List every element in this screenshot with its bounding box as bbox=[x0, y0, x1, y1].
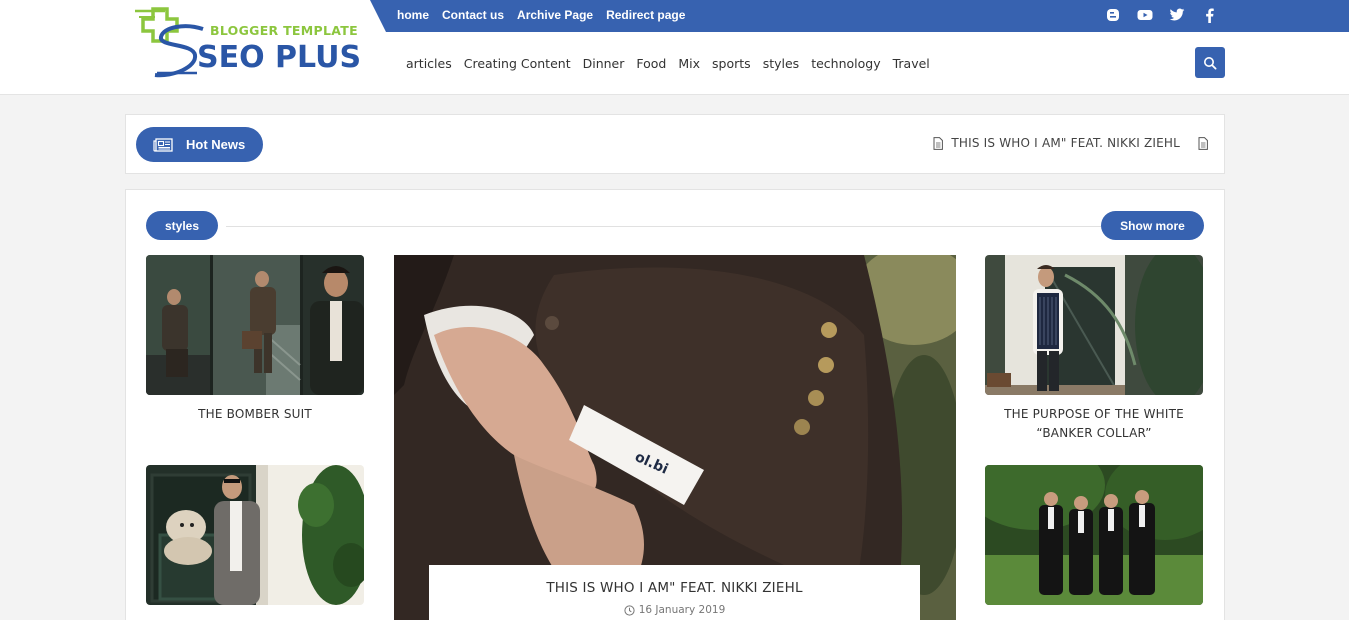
blogger-icon[interactable] bbox=[1104, 6, 1122, 24]
show-more-button[interactable]: Show more bbox=[1101, 211, 1204, 240]
top-link-contact[interactable]: Contact us bbox=[442, 8, 504, 22]
hot-news-ticker: Hot News THIS IS WHO I AM" FEAT. NIKKI Z… bbox=[125, 114, 1225, 174]
search-icon bbox=[1204, 56, 1217, 69]
search-button[interactable] bbox=[1195, 47, 1225, 78]
site-logo[interactable]: BLOGGER TEMPLATE SEO PLUS bbox=[133, 5, 370, 80]
section-divider bbox=[226, 226, 1106, 227]
post-thumbnail-bomber-suit[interactable] bbox=[146, 255, 364, 395]
hot-news-label: Hot News bbox=[186, 137, 246, 152]
post-thumbnail-groomsmen[interactable] bbox=[985, 465, 1203, 605]
nav-item-styles[interactable]: styles bbox=[763, 56, 800, 71]
featured-post-date: 16 January 2019 bbox=[429, 604, 920, 616]
top-navigation: home Contact us Archive Page Redirect pa… bbox=[397, 0, 685, 30]
nav-item-food[interactable]: Food bbox=[636, 56, 666, 71]
top-link-home[interactable]: home bbox=[397, 8, 429, 22]
nav-item-technology[interactable]: technology bbox=[811, 56, 880, 71]
social-links bbox=[1104, 0, 1218, 30]
hot-news-button[interactable]: Hot News bbox=[136, 127, 263, 162]
post-thumbnail-banker-collar[interactable] bbox=[985, 255, 1203, 395]
ticker-item[interactable]: THIS IS WHO I AM" FEAT. NIKKI ZIEHL bbox=[933, 136, 1208, 150]
top-link-archive[interactable]: Archive Page bbox=[517, 8, 593, 22]
post-title[interactable]: THE BOMBER SUIT bbox=[146, 405, 364, 424]
featured-post-date-text: 16 January 2019 bbox=[638, 604, 726, 616]
styles-section: styles Show more THE BOMBER SUIT ol.bi T… bbox=[125, 189, 1225, 620]
nav-item-articles[interactable]: articles bbox=[406, 56, 452, 71]
top-link-redirect[interactable]: Redirect page bbox=[606, 8, 685, 22]
ticker-item-title: THIS IS WHO I AM" FEAT. NIKKI ZIEHL bbox=[951, 136, 1180, 150]
section-label[interactable]: styles bbox=[146, 211, 218, 240]
facebook-icon[interactable] bbox=[1200, 6, 1218, 24]
newspaper-icon bbox=[153, 137, 173, 152]
post-title[interactable]: THE PURPOSE OF THE WHITE “BANKER COLLAR” bbox=[985, 405, 1203, 443]
logo-tagline: BLOGGER TEMPLATE bbox=[210, 23, 358, 38]
document-icon bbox=[1198, 136, 1208, 150]
main-navigation: articles Creating Content Dinner Food Mi… bbox=[406, 56, 930, 71]
post-thumbnail-dog[interactable] bbox=[146, 465, 364, 605]
logo-title: SEO PLUS bbox=[197, 40, 362, 75]
youtube-icon[interactable] bbox=[1136, 6, 1154, 24]
featured-post-title[interactable]: THIS IS WHO I AM" FEAT. NIKKI ZIEHL bbox=[429, 580, 920, 596]
document-icon bbox=[933, 136, 944, 150]
twitter-icon[interactable] bbox=[1168, 6, 1186, 24]
featured-post[interactable]: ol.bi THIS IS WHO I AM" FEAT. NIKKI ZIEH… bbox=[394, 255, 956, 620]
nav-item-mix[interactable]: Mix bbox=[678, 56, 700, 71]
clock-icon bbox=[624, 604, 635, 616]
nav-item-sports[interactable]: sports bbox=[712, 56, 751, 71]
site-header: BLOGGER TEMPLATE SEO PLUS home Contact u… bbox=[0, 0, 1349, 95]
nav-item-creating-content[interactable]: Creating Content bbox=[464, 56, 571, 71]
nav-item-travel[interactable]: Travel bbox=[893, 56, 930, 71]
nav-item-dinner[interactable]: Dinner bbox=[583, 56, 625, 71]
featured-post-card: THIS IS WHO I AM" FEAT. NIKKI ZIEHL 16 J… bbox=[429, 565, 920, 620]
